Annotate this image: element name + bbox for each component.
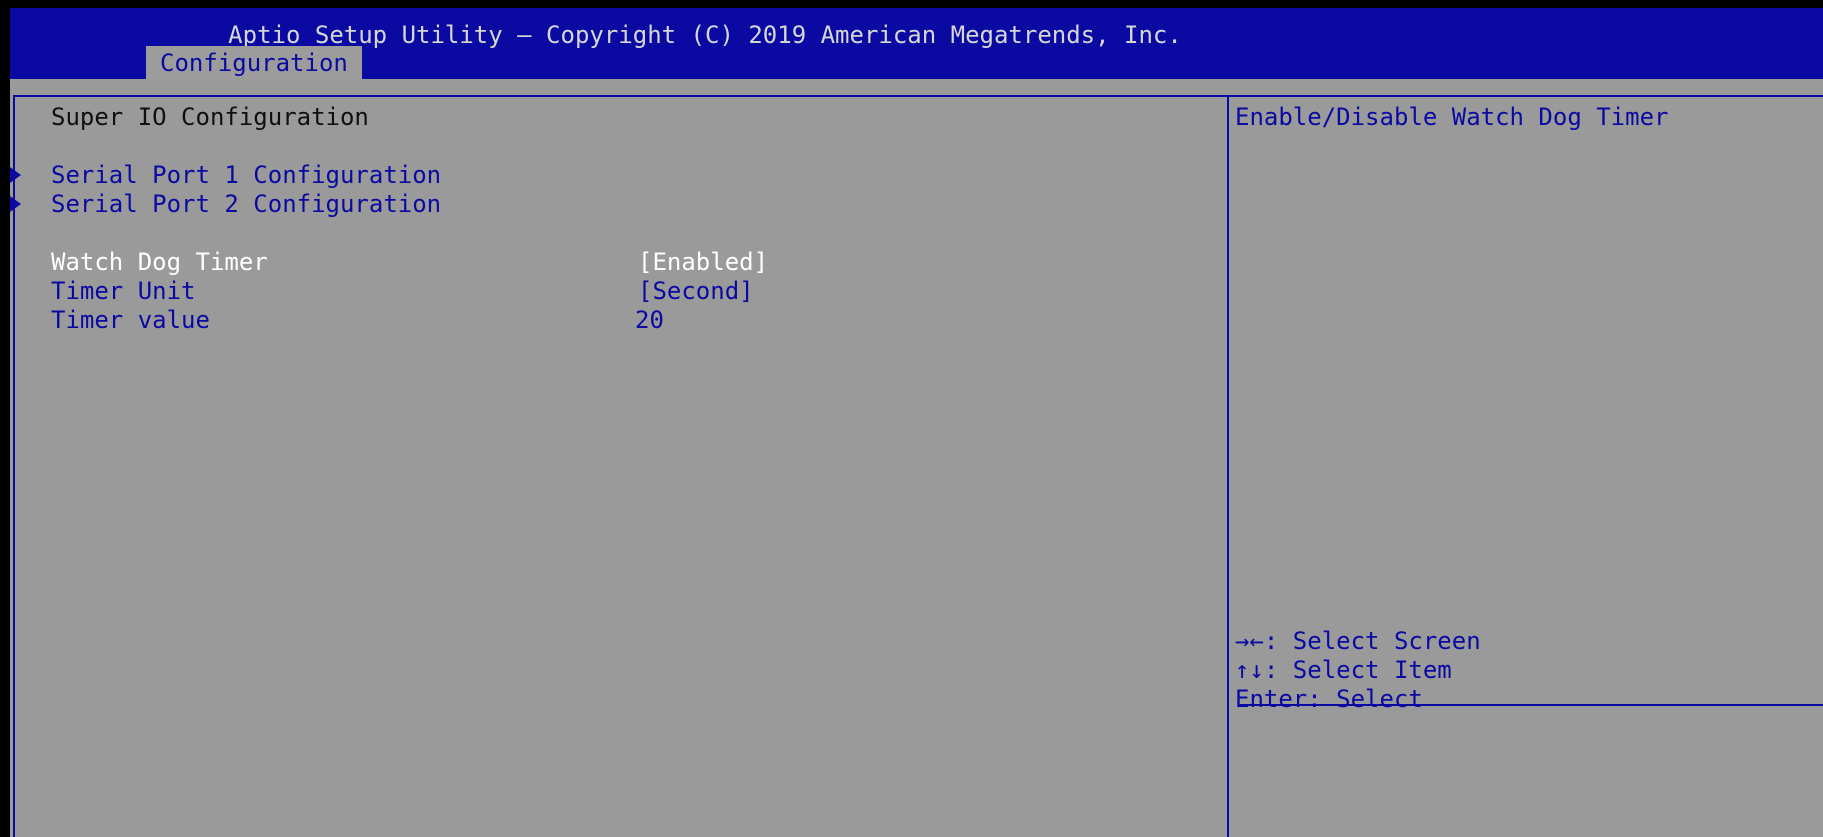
triangle-right-icon [10, 196, 21, 212]
setup-panel: Super IO Configuration Serial Port 1 Con… [10, 79, 1823, 837]
section-title: Super IO Configuration [51, 103, 369, 131]
setting-label: Timer value [51, 306, 210, 334]
tab-configuration[interactable]: Configuration [146, 46, 362, 80]
key-hint-enter: Enter: Select [1235, 685, 1423, 713]
title-bar: Aptio Setup Utility – Copyright (C) 2019… [10, 8, 1823, 80]
help-description: Enable/Disable Watch Dog Timer [1235, 103, 1669, 131]
setting-value[interactable]: 20 [635, 303, 664, 337]
help-panel-divider [1227, 95, 1229, 837]
frame-top-border [13, 95, 1823, 97]
submenu-serial-port-2[interactable]: Serial Port 2 Configuration [10, 187, 480, 221]
submenu-label: Serial Port 2 Configuration [51, 190, 442, 218]
triangle-right-icon [10, 167, 21, 183]
